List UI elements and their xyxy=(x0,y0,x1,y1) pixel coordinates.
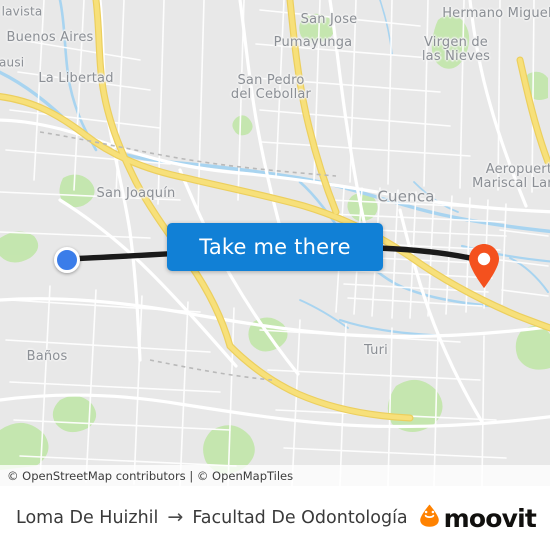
map-canvas[interactable]: lavista Buenos Aires yausi La Libertad S… xyxy=(0,0,550,486)
moovit-logo[interactable]: moovit xyxy=(417,503,537,533)
moovit-pin-icon xyxy=(417,503,442,533)
route-summary: Loma De Huizhil → Facultad De Odontologí… xyxy=(16,505,408,528)
take-me-there-label: Take me there xyxy=(199,235,351,259)
origin-marker[interactable] xyxy=(54,247,80,273)
map-pin-icon xyxy=(469,244,499,288)
footer-bar: Loma De Huizhil → Facultad De Odontologí… xyxy=(0,486,550,550)
route-origin-label: Loma De Huizhil xyxy=(16,508,159,528)
moovit-route-screen: lavista Buenos Aires yausi La Libertad S… xyxy=(0,0,550,550)
attribution-text: © OpenStreetMap contributors | © OpenMap… xyxy=(7,468,294,483)
map-attribution[interactable]: © OpenStreetMap contributors | © OpenMap… xyxy=(0,465,550,486)
destination-marker[interactable] xyxy=(467,243,501,289)
moovit-wordmark: moovit xyxy=(443,503,537,533)
route-destination-label: Facultad De Odontología xyxy=(192,508,408,528)
take-me-there-button[interactable]: Take me there xyxy=(167,223,383,271)
arrow-right-icon: → xyxy=(167,505,184,528)
